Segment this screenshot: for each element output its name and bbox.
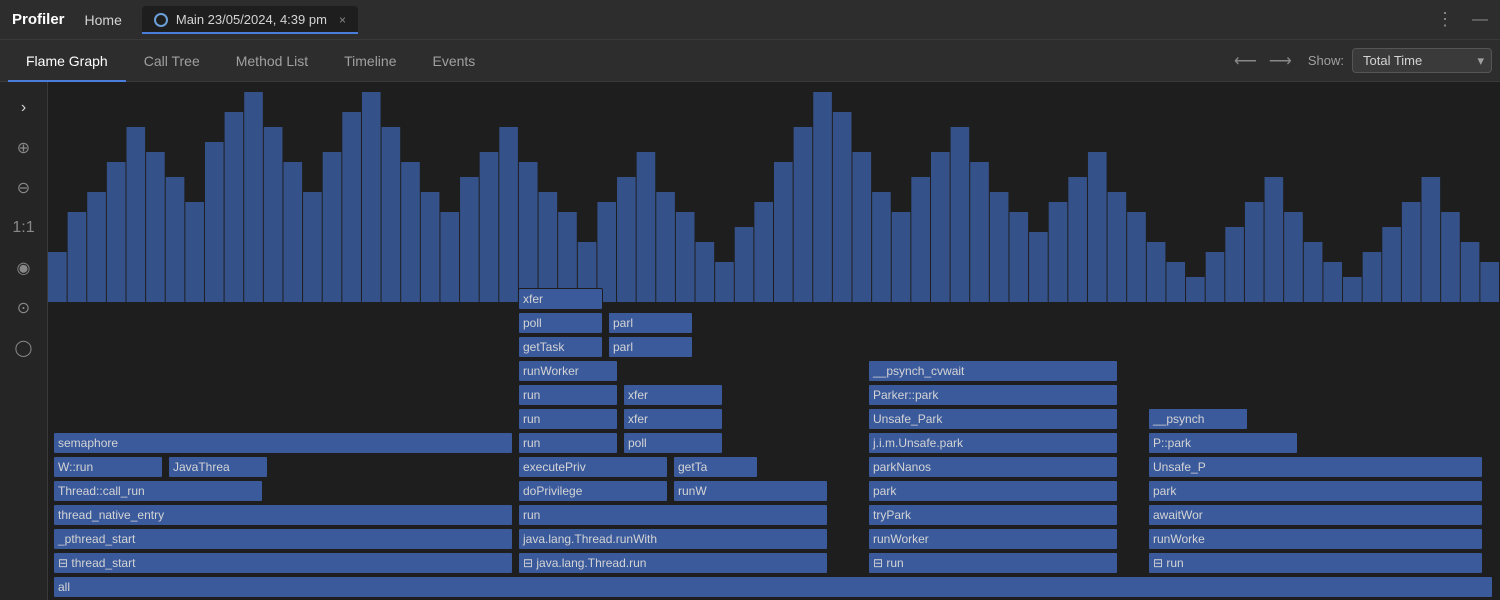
flame-block[interactable]: xfer [623,384,723,406]
flame-block[interactable]: poll [518,312,603,334]
flame-block[interactable]: executePriv [518,456,668,478]
flame-block[interactable]: parl [608,336,693,358]
flame-row: all [48,576,1500,600]
flame-block[interactable]: semaphore [53,432,513,454]
flame-block[interactable]: Thread::call_run [53,480,263,502]
flame-block[interactable]: Parker::park [868,384,1118,406]
back-button[interactable]: ⟵ [1230,49,1261,73]
flame-block[interactable]: runWorker [518,360,618,382]
flame-block[interactable]: Unsafe_P [1148,456,1483,478]
bars-chart [48,82,1500,302]
flame-block[interactable]: runWorke [1148,528,1483,550]
minimize-button[interactable]: — [1472,11,1488,29]
nav-tab-flame-graph[interactable]: Flame Graph [8,40,126,82]
forward-button[interactable]: ⟶ [1265,49,1296,73]
nav-bar: Flame GraphCall TreeMethod ListTimelineE… [0,40,1500,82]
tab-label: Main 23/05/2024, 4:39 pm [176,12,327,27]
flame-block[interactable]: getTask [518,336,603,358]
flame-row: W::runJavaThrea executePrivgetTa parkNanos… [48,456,1500,480]
flame-row: _pthread_startjava.lang.Thread.runWith ru… [48,528,1500,552]
flame-block[interactable]: j.i.m.Unsafe.park [868,432,1118,454]
tab-icon [154,13,168,27]
flame-block[interactable]: java.lang.Thread.runWith [518,528,828,550]
title-bar: Profiler Home Main 23/05/2024, 4:39 pm ×… [0,0,1500,40]
flame-block[interactable]: __psynch [1148,408,1248,430]
flame-block[interactable]: xfer [623,408,723,430]
flame-block[interactable]: run [518,408,618,430]
flame-block[interactable]: all [53,576,1493,598]
flame-block[interactable]: run [518,504,828,526]
nav-tab-method-list[interactable]: Method List [218,40,326,82]
flame-block[interactable]: ⊟ java.lang.Thread.run [518,552,828,574]
flame-block[interactable]: _pthread_start [53,528,513,550]
flame-row: pollparl [48,312,1500,336]
eye-icon[interactable]: ◉ [6,250,42,286]
home-link[interactable]: Home [85,12,122,28]
flame-row: getTaskparl [48,336,1500,360]
flame-block[interactable]: __psynch_cvwait [868,360,1118,382]
flame-row: semaphorerunpoll j.i.m.Unsafe.park P::park [48,432,1500,456]
flame-block[interactable]: poll [623,432,723,454]
flame-block[interactable]: awaitWor [1148,504,1483,526]
tab-close-button[interactable]: × [339,13,346,27]
more-button[interactable]: ⋮ [1436,9,1456,30]
flame-block[interactable]: doPrivilege [518,480,668,502]
flame-block[interactable]: run [518,432,618,454]
flame-block[interactable]: ⊟ run [1148,552,1483,574]
flame-block[interactable]: Unsafe_Park [868,408,1118,430]
app-name: Profiler [12,11,65,28]
nav-tabs: Flame GraphCall TreeMethod ListTimelineE… [8,40,493,82]
flame-block[interactable]: getTa [673,456,758,478]
nav-tab-timeline[interactable]: Timeline [326,40,414,82]
flame-row: xfer [48,288,1500,312]
flame-row: Thread::call_run doPrivilegerunW park park [48,480,1500,504]
show-label: Show: [1308,53,1344,68]
flame-block[interactable]: tryPark [868,504,1118,526]
main-content: ›⊕⊖1:1◉⊙◯ xferpollparlgetTaskparlrunWork… [0,82,1500,600]
flame-block[interactable]: parkNanos [868,456,1118,478]
nav-back-forward: ⟵ ⟶ [1230,49,1296,73]
flame-block[interactable]: thread_native_entry [53,504,513,526]
flame-block[interactable]: ⊟ thread_start [53,552,513,574]
flame-row: runWorker __psynch_cvwait [48,360,1500,384]
flame-rows-container: xferpollparlgetTaskparlrunWorker__psynch… [48,288,1500,600]
camera-icon[interactable]: ⊙ [6,290,42,326]
flame-block[interactable]: run [518,384,618,406]
show-wrapper: Show: Total TimeSelf TimeTotal Samples [1308,48,1492,73]
zoom-in-icon[interactable]: ⊕ [6,130,42,166]
flame-block[interactable]: W::run [53,456,163,478]
flame-row: ⊟ thread_start⊟ java.lang.Thread.run ⊟ ru… [48,552,1500,576]
session-tab[interactable]: Main 23/05/2024, 4:39 pm × [142,6,358,33]
flame-area[interactable]: xferpollparlgetTaskparlrunWorker__psynch… [48,82,1500,600]
zoom-out-icon[interactable]: ⊖ [6,170,42,206]
flame-block[interactable]: P::park [1148,432,1298,454]
nav-tab-events[interactable]: Events [415,40,494,82]
search-icon[interactable]: ◯ [6,330,42,366]
flame-block[interactable]: ⊟ run [868,552,1118,574]
sidebar: › ⊕ ⊖ 1:1 ◉ ⊙ ◯ [0,82,48,600]
flame-canvas: xferpollparlgetTaskparlrunWorker__psynch… [48,82,1500,600]
flame-row: runxfer Parker::park [48,384,1500,408]
flame-block[interactable]: xfer [518,288,603,310]
show-select[interactable]: Total TimeSelf TimeTotal Samples [1352,48,1492,73]
flame-row: thread_native_entryrun tryPark awaitWor [48,504,1500,528]
flame-block[interactable]: JavaThrea [168,456,268,478]
flame-block[interactable]: runW [673,480,828,502]
flame-block[interactable]: park [868,480,1118,502]
flame-block[interactable]: park [1148,480,1483,502]
chevron-right-icon[interactable]: › [6,90,42,126]
ratio-icon[interactable]: 1:1 [6,210,42,246]
flame-row: runxfer Unsafe_Park __psynch [48,408,1500,432]
flame-block[interactable]: runWorker [868,528,1118,550]
nav-tab-call-tree[interactable]: Call Tree [126,40,218,82]
flame-block[interactable]: parl [608,312,693,334]
